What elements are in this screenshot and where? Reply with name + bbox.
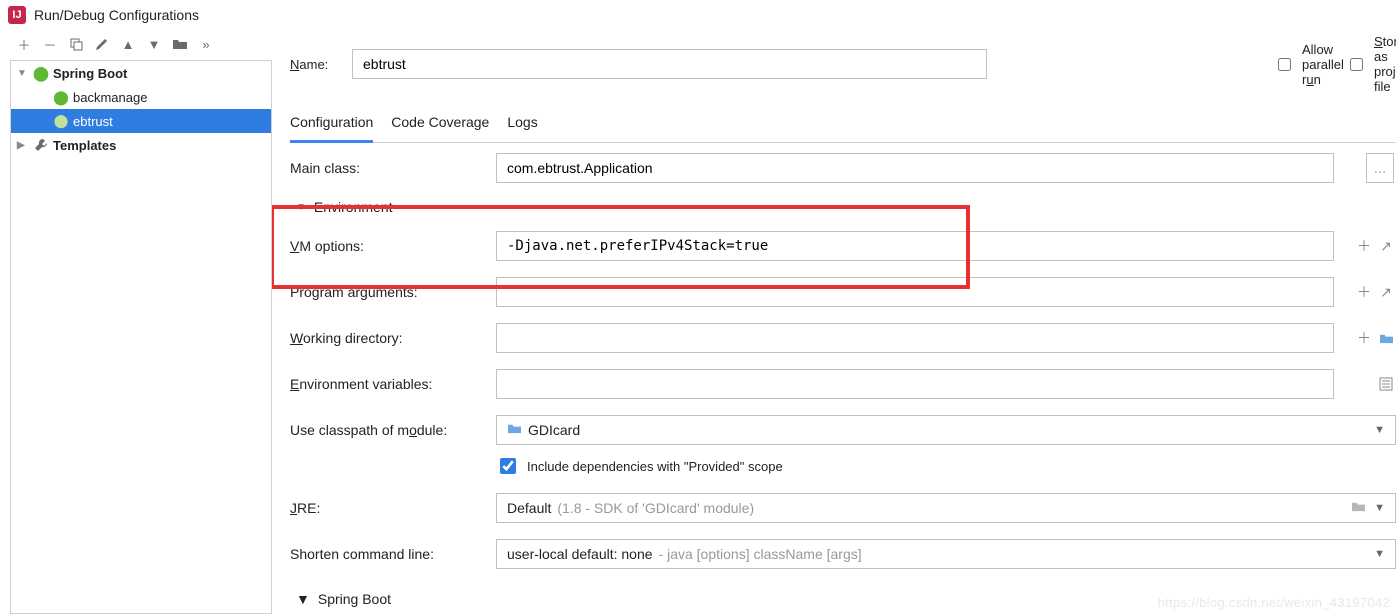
remove-icon[interactable]: － xyxy=(42,36,58,52)
config-form: Main class: … ▼ Environment VM options: … xyxy=(290,153,1396,607)
expand-icon[interactable]: ↗ xyxy=(1378,238,1394,254)
copy-icon[interactable] xyxy=(68,36,84,52)
add-icon[interactable]: ＋ xyxy=(16,36,32,52)
chevron-down-icon: ▼ xyxy=(1374,548,1385,560)
shorten-value: user-local default: none xyxy=(507,546,653,562)
tree-label: Spring Boot xyxy=(53,66,127,81)
list-icon[interactable] xyxy=(1378,376,1394,392)
working-dir-label: Working directory: xyxy=(290,330,490,346)
spring-icon: ⬤ xyxy=(33,65,49,81)
working-dir-input[interactable] xyxy=(496,323,1334,353)
title-bar: IJ Run/Debug Configurations xyxy=(0,0,1396,28)
move-up-icon[interactable]: ▲ xyxy=(120,36,136,52)
expand-icon[interactable]: ↗ xyxy=(1378,284,1394,300)
env-vars-label: Environment variables: xyxy=(290,376,490,392)
classpath-module-value: GDIcard xyxy=(528,422,580,438)
tabs: Configuration Code Coverage Logs xyxy=(290,108,1396,143)
tree-node-templates[interactable]: ▶ Templates xyxy=(11,133,271,157)
environment-section[interactable]: ▼ Environment xyxy=(290,199,1396,215)
module-icon xyxy=(507,422,522,438)
edit-defaults-icon[interactable] xyxy=(94,36,110,52)
config-tree[interactable]: ▼ ⬤ Spring Boot ⬤ backmanage ⬤ ebtrust ▶… xyxy=(10,60,272,614)
section-label: Environment xyxy=(314,199,393,215)
tree-node-backmanage[interactable]: ⬤ backmanage xyxy=(11,85,271,109)
classpath-module-select[interactable]: GDIcard ▼ xyxy=(496,415,1396,445)
chevron-right-icon: ▶ xyxy=(17,140,29,151)
include-provided-checkbox[interactable]: Include dependencies with "Provided" sco… xyxy=(496,455,1334,477)
tab-logs[interactable]: Logs xyxy=(507,108,537,142)
add-icon[interactable]: ＋ xyxy=(1356,284,1372,300)
shorten-hint: - java [options] className [args] xyxy=(659,546,862,562)
tree-label: backmanage xyxy=(73,90,147,105)
spring-icon: ⬤ xyxy=(53,89,69,105)
browse-folder-icon[interactable] xyxy=(1351,500,1366,516)
jre-label: JRE: xyxy=(290,500,490,516)
jre-value: Default xyxy=(507,500,551,516)
wrench-icon xyxy=(33,137,49,153)
app-icon: IJ xyxy=(8,6,26,24)
add-icon[interactable]: ＋ xyxy=(1356,238,1372,254)
tab-configuration[interactable]: Configuration xyxy=(290,108,373,143)
chevron-down-icon: ▼ xyxy=(17,68,29,79)
allow-parallel-label: Allow parallel run xyxy=(1302,42,1344,87)
tree-label: ebtrust xyxy=(73,114,113,129)
vm-options-label: VM options: xyxy=(290,238,490,254)
tree-node-springboot[interactable]: ▼ ⬤ Spring Boot xyxy=(11,61,271,85)
shorten-label: Shorten command line: xyxy=(290,546,490,562)
tree-node-ebtrust[interactable]: ⬤ ebtrust xyxy=(11,109,271,133)
main-class-label: Main class: xyxy=(290,160,490,176)
name-label: Name: xyxy=(290,57,334,72)
shorten-select[interactable]: user-local default: none - java [options… xyxy=(496,539,1396,569)
spring-icon: ⬤ xyxy=(53,113,69,129)
window-title: Run/Debug Configurations xyxy=(34,7,199,23)
program-args-input[interactable] xyxy=(496,277,1334,307)
jre-hint: (1.8 - SDK of 'GDIcard' module) xyxy=(557,500,754,516)
allow-parallel-checkbox[interactable]: Allow parallel run xyxy=(1274,34,1318,94)
jre-select[interactable]: Default (1.8 - SDK of 'GDIcard' module) … xyxy=(496,493,1396,523)
chevron-down-icon: ▼ xyxy=(296,591,310,607)
tree-label: Templates xyxy=(53,138,116,153)
env-vars-input[interactable] xyxy=(496,369,1334,399)
vm-options-input[interactable] xyxy=(496,231,1334,261)
chevron-down-icon: ▼ xyxy=(1374,502,1385,514)
tab-code-coverage[interactable]: Code Coverage xyxy=(391,108,489,142)
add-icon[interactable]: ＋ xyxy=(1356,330,1372,346)
browse-class-button[interactable]: … xyxy=(1366,153,1394,183)
name-input[interactable] xyxy=(352,49,987,79)
include-provided-label: Include dependencies with "Provided" sco… xyxy=(527,459,783,474)
store-as-project-checkbox[interactable]: Store as project file xyxy=(1346,34,1390,94)
move-down-icon[interactable]: ▼ xyxy=(146,36,162,52)
store-as-project-label: Store as project file xyxy=(1374,34,1396,94)
tree-toolbar: ＋ － ▲ ▼ » xyxy=(10,28,272,60)
browse-folder-icon[interactable] xyxy=(1378,330,1394,346)
chevron-down-icon: ▼ xyxy=(296,202,306,213)
spring-boot-section[interactable]: ▼ Spring Boot xyxy=(290,591,1396,607)
section-label: Spring Boot xyxy=(318,591,391,607)
program-args-label: Program arguments: xyxy=(290,284,490,300)
chevron-down-icon: ▼ xyxy=(1374,424,1385,436)
more-icon[interactable]: » xyxy=(198,36,214,52)
main-class-input[interactable] xyxy=(496,153,1334,183)
folder-icon[interactable] xyxy=(172,36,188,52)
classpath-module-label: Use classpath of module: xyxy=(290,422,490,438)
